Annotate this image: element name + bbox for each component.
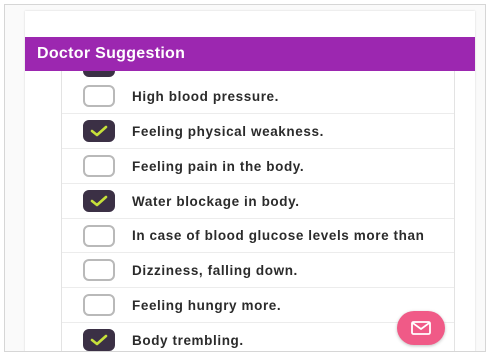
list-item-partial	[62, 71, 454, 79]
status-bar	[25, 11, 475, 37]
symptom-checkbox[interactable]	[83, 120, 115, 142]
list-item[interactable]: Feeling hungry more.	[62, 288, 454, 323]
app-bar: Doctor Suggestion	[25, 37, 475, 71]
symptom-label: In case of blood glucose levels more tha…	[132, 228, 425, 252]
list-item[interactable]: Feeling physical weakness.	[62, 114, 454, 149]
symptom-label: Feeling physical weakness.	[132, 123, 324, 139]
symptom-label: High blood pressure.	[132, 88, 280, 104]
symptom-checkbox[interactable]	[83, 294, 115, 316]
symptom-list[interactable]: High blood pressure. Feeling physical we…	[61, 71, 455, 351]
symptom-label: Feeling pain in the body.	[132, 158, 305, 174]
mail-fab-button[interactable]	[397, 311, 445, 345]
symptom-label: Water blockage in body.	[132, 193, 300, 209]
list-item[interactable]: Dizziness, falling down.	[62, 253, 454, 288]
checkmark-icon	[90, 195, 108, 207]
symptom-checkbox[interactable]	[83, 329, 115, 351]
checkmark-icon	[90, 125, 108, 137]
symptom-label: Body trembling.	[132, 332, 244, 348]
app-screen: Doctor Suggestion High blood pressure. F…	[25, 11, 475, 351]
app-title: Doctor Suggestion	[37, 45, 186, 62]
checkmark-icon	[90, 334, 108, 346]
mail-icon	[411, 321, 431, 335]
list-item[interactable]: In case of blood glucose levels more tha…	[62, 219, 454, 253]
list-item[interactable]: Feeling pain in the body.	[62, 149, 454, 184]
screenshot-frame: Doctor Suggestion High blood pressure. F…	[4, 4, 486, 352]
list-item[interactable]: High blood pressure.	[62, 79, 454, 114]
list-item[interactable]: Body trembling.	[62, 323, 454, 351]
symptom-checkbox[interactable]	[83, 190, 115, 212]
symptom-label: Feeling hungry more.	[132, 297, 282, 313]
symptom-label: Dizziness, falling down.	[132, 262, 298, 278]
symptom-checkbox[interactable]	[83, 224, 115, 247]
symptom-checkbox[interactable]	[83, 85, 115, 107]
list-item[interactable]: Water blockage in body.	[62, 184, 454, 219]
checkbox-partial[interactable]	[83, 71, 115, 77]
symptom-checkbox[interactable]	[83, 155, 115, 177]
symptom-checkbox[interactable]	[83, 259, 115, 281]
